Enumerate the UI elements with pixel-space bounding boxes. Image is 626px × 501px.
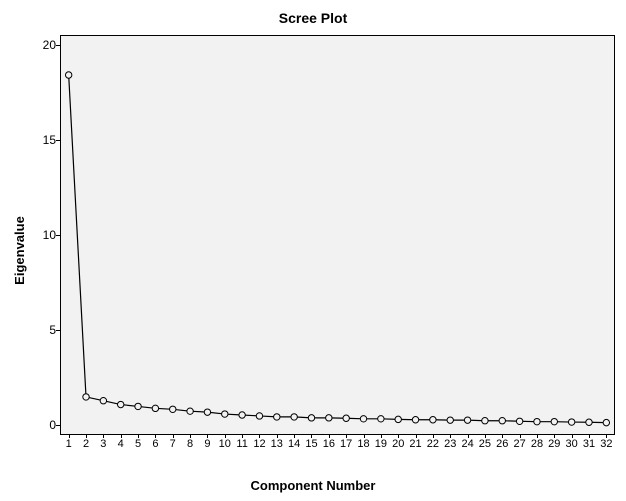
y-tick-mark [56,45,60,46]
x-tick-label: 18 [357,438,369,450]
x-tick-mark [606,434,607,438]
x-tick-mark [259,434,260,438]
x-tick-label: 27 [513,438,525,450]
x-tick-mark [225,434,226,438]
x-tick-label: 21 [409,438,421,450]
x-tick-label: 16 [323,438,335,450]
y-tick-mark [56,425,60,426]
x-tick-mark [155,434,156,438]
x-tick-mark [138,434,139,438]
x-tick-label: 11 [236,438,247,450]
y-tick-mark [56,140,60,141]
x-tick-mark [190,434,191,438]
x-tick-label: 20 [392,438,404,450]
x-tick-mark [485,434,486,438]
x-tick-mark [537,434,538,438]
y-tick-label: 20 [30,38,56,52]
x-tick-mark [433,434,434,438]
x-tick-mark [121,434,122,438]
x-tick-label: 13 [271,438,283,450]
x-tick-label: 3 [100,438,106,450]
x-tick-mark [502,434,503,438]
x-tick-label: 12 [253,438,265,450]
x-tick-label: 19 [375,438,387,450]
y-tick-label: 10 [30,228,56,242]
x-tick-mark [554,434,555,438]
x-tick-label: 30 [566,438,578,450]
y-tick-label: 0 [30,418,56,432]
scree-plot-chart: Scree Plot Eigenvalue Component Number 0… [0,0,626,501]
x-tick-mark [86,434,87,438]
x-tick-mark [450,434,451,438]
x-tick-label: 17 [340,438,352,450]
x-tick-label: 6 [152,438,158,450]
x-tick-label: 7 [170,438,176,450]
x-tick-label: 15 [305,438,317,450]
x-tick-mark [381,434,382,438]
plot-area [60,35,615,435]
y-tick-label: 15 [30,133,56,147]
x-tick-label: 4 [118,438,124,450]
x-tick-mark [364,434,365,438]
x-tick-mark [103,434,104,438]
x-tick-label: 10 [219,438,231,450]
x-tick-mark [311,434,312,438]
y-tick-mark [56,330,60,331]
x-tick-mark [468,434,469,438]
x-tick-label: 24 [461,438,473,450]
x-tick-label: 14 [288,438,300,450]
x-tick-mark [294,434,295,438]
x-tick-label: 29 [548,438,560,450]
x-tick-mark [572,434,573,438]
x-tick-mark [329,434,330,438]
x-tick-label: 22 [427,438,439,450]
x-tick-label: 32 [600,438,612,450]
x-tick-label: 31 [583,438,595,450]
x-tick-mark [242,434,243,438]
x-tick-mark [69,434,70,438]
x-tick-label: 23 [444,438,456,450]
x-axis-label: Component Number [0,478,626,493]
chart-title: Scree Plot [0,10,626,26]
x-tick-label: 26 [496,438,508,450]
x-tick-mark [589,434,590,438]
x-tick-mark [277,434,278,438]
x-tick-mark [207,434,208,438]
y-tick-mark [56,235,60,236]
x-tick-label: 8 [187,438,193,450]
x-tick-label: 2 [83,438,89,450]
x-tick-mark [520,434,521,438]
x-tick-label: 1 [66,438,72,450]
x-tick-label: 5 [135,438,141,450]
x-tick-mark [416,434,417,438]
x-tick-mark [346,434,347,438]
y-tick-label: 5 [30,323,56,337]
x-tick-mark [173,434,174,438]
x-tick-mark [398,434,399,438]
x-tick-label: 28 [531,438,543,450]
y-axis-label: Eigenvalue [10,0,28,501]
x-tick-label: 9 [204,438,210,450]
x-tick-label: 25 [479,438,491,450]
